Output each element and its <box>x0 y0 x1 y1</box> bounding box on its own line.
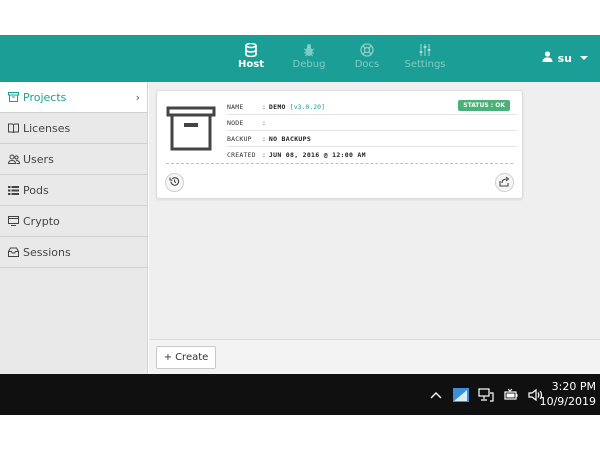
project-name: DEMO <box>268 102 286 111</box>
detail-row-node: NODE : <box>227 115 517 131</box>
sidebar-item-sessions[interactable]: Sessions <box>0 237 147 268</box>
user-icon <box>542 51 553 65</box>
nav-docs-label: Docs <box>354 59 380 70</box>
nav-settings[interactable]: Settings <box>396 35 454 82</box>
network-icon[interactable] <box>478 388 494 402</box>
sidebar-item-label: Projects <box>23 90 67 104</box>
detail-row-backup: BACKUP : NO BACKUPS <box>227 131 517 147</box>
backup-value: NO BACKUPS <box>268 134 312 143</box>
sidebar-item-label: Sessions <box>23 245 71 259</box>
monitor-icon <box>8 215 20 227</box>
lifebuoy-icon <box>360 43 374 57</box>
node-label: NODE <box>227 118 244 127</box>
main-content: STATUS : OK NAME : DEMO [v3.0.20] NODE :… <box>149 82 600 374</box>
project-version: [v3.0.20] <box>289 102 326 111</box>
sidebar-item-users[interactable]: Users <box>0 144 147 175</box>
sidebar-item-label: Crypto <box>23 214 60 228</box>
app-tray-icon[interactable] <box>453 388 469 402</box>
project-details: NAME : DEMO [v3.0.20] NODE : BACKUP : NO… <box>227 99 517 163</box>
nav-host[interactable]: Host <box>222 35 280 82</box>
share-icon <box>499 174 510 192</box>
main-nav: Host Debug Docs Settings <box>222 35 454 82</box>
separator: : <box>262 102 266 111</box>
top-header: Host Debug Docs Settings su <box>0 35 600 82</box>
separator: : <box>262 118 266 127</box>
sidebar-item-label: Users <box>23 152 54 166</box>
bug-icon <box>302 43 316 57</box>
battery-icon[interactable] <box>503 388 519 402</box>
sidebar-item-licenses[interactable]: Licenses <box>0 113 147 144</box>
backup-label: BACKUP <box>227 134 252 143</box>
history-button[interactable] <box>165 173 184 192</box>
projects-icon <box>8 91 20 103</box>
sidebar: Projects › Licenses Users Pods Crypto Se… <box>0 82 148 374</box>
os-taskbar: 3:20 PM 10/9/2019 <box>0 374 600 415</box>
users-icon <box>8 153 20 165</box>
detail-row-name: NAME : DEMO [v3.0.20] <box>227 99 517 115</box>
nav-host-label: Host <box>238 59 264 70</box>
sidebar-item-crypto[interactable]: Crypto <box>0 206 147 237</box>
project-card[interactable]: STATUS : OK NAME : DEMO [v3.0.20] NODE :… <box>156 90 523 199</box>
nav-settings-label: Settings <box>404 59 446 70</box>
clock-date: 10/9/2019 <box>539 395 596 408</box>
plus-icon: + <box>163 352 173 363</box>
sliders-icon <box>418 43 432 57</box>
taskbar-clock[interactable]: 3:20 PM 10/9/2019 <box>540 379 596 409</box>
share-button[interactable] <box>495 173 514 192</box>
created-value: JUN 08, 2016 @ 12:00 AM <box>268 151 366 159</box>
app-window: Host Debug Docs Settings su Projects › L… <box>0 35 600 415</box>
show-hidden-icons-chevron[interactable] <box>428 388 444 402</box>
caret-down-icon <box>580 56 588 60</box>
detail-row-created: CREATED : JUN 08, 2016 @ 12:00 AM <box>227 147 517 163</box>
database-icon <box>244 43 258 57</box>
archive-box-icon <box>166 105 216 151</box>
chevron-right-icon: › <box>135 91 140 104</box>
nav-docs[interactable]: Docs <box>338 35 396 82</box>
book-icon <box>8 122 20 134</box>
nav-debug[interactable]: Debug <box>280 35 338 82</box>
create-label: Create <box>175 352 209 363</box>
clock-time: 3:20 PM <box>551 380 596 393</box>
sidebar-item-label: Licenses <box>23 121 71 135</box>
sidebar-item-projects[interactable]: Projects › <box>0 82 147 113</box>
username: su <box>557 51 572 65</box>
sidebar-item-pods[interactable]: Pods <box>0 175 147 206</box>
nav-debug-label: Debug <box>292 59 326 70</box>
history-icon <box>169 174 180 192</box>
name-label: NAME <box>227 102 244 111</box>
system-tray <box>428 388 544 402</box>
card-divider <box>166 163 513 164</box>
user-menu[interactable]: su <box>542 51 588 65</box>
sidebar-item-label: Pods <box>23 183 49 197</box>
main-footer: + Create <box>149 339 600 374</box>
created-label: CREATED <box>227 151 256 159</box>
separator: : <box>262 134 266 143</box>
separator: : <box>262 151 266 159</box>
inbox-icon <box>8 246 20 258</box>
create-button[interactable]: + Create <box>156 346 216 369</box>
list-icon <box>8 184 20 196</box>
